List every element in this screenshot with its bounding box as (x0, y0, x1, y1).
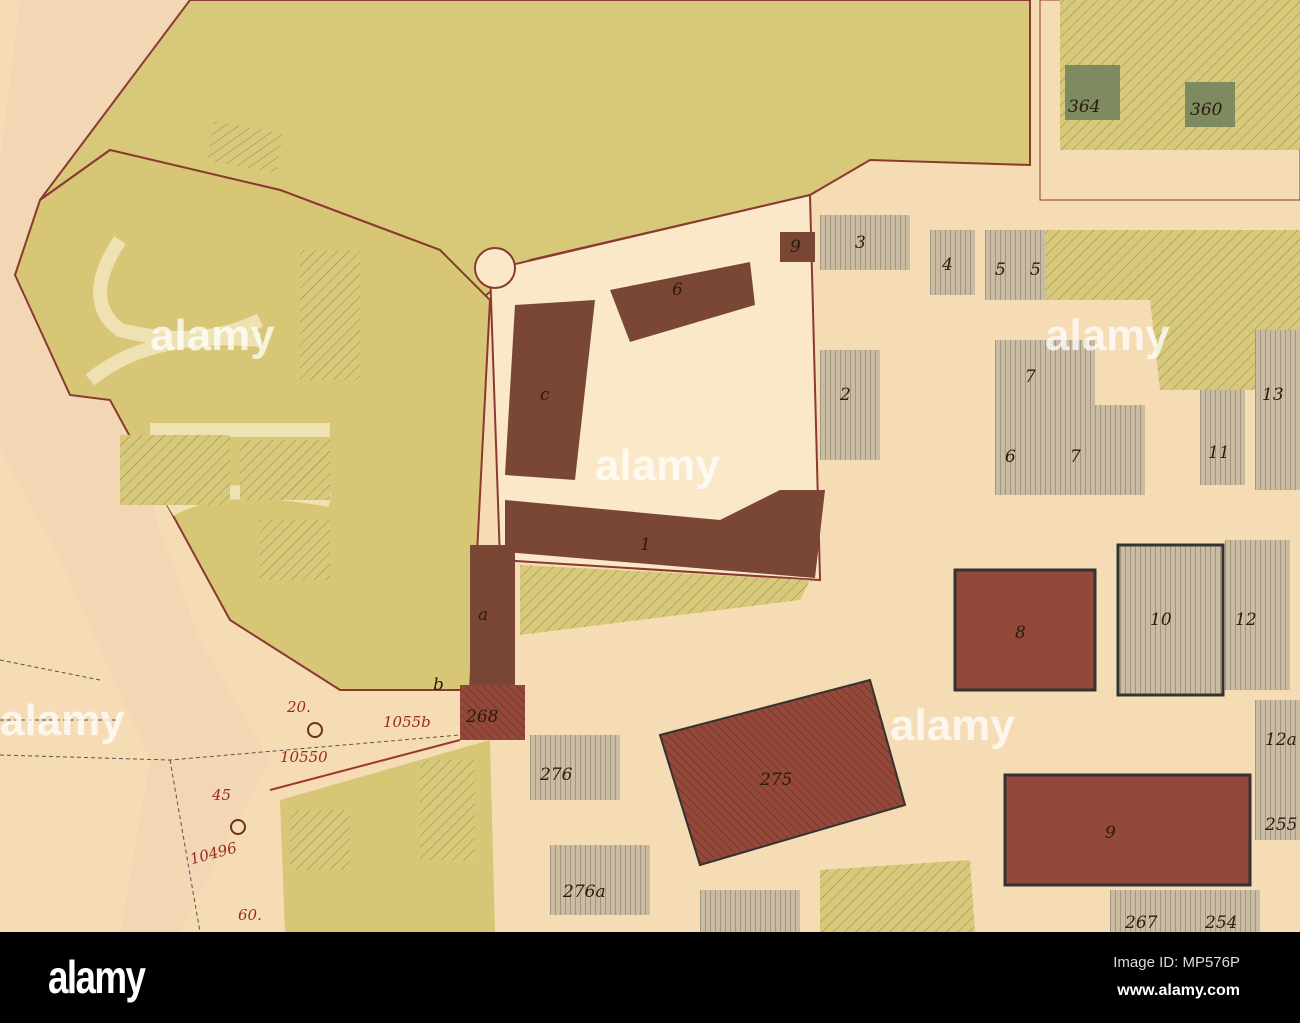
parcel-label: 268 (465, 707, 499, 727)
parcel-label: 13 (1262, 385, 1284, 405)
parcel-label: 276a (562, 882, 606, 902)
parcel-label: 1 (640, 535, 651, 555)
garden-bed (240, 440, 330, 500)
parcel-label: 10 (1150, 610, 1172, 630)
stock-footer: alamy Image ID: MP576P www.alamy.com (0, 932, 1300, 1023)
parcel-label: 5 (1030, 260, 1041, 280)
alamy-logo[interactable]: alamy (48, 950, 146, 1004)
parcel-label: 11 (1208, 443, 1230, 463)
parcel-label: 360 (1190, 100, 1223, 120)
image-viewer: 3 4 5 5 6 9 c 2 1 7 6 7 11 13 8 10 12 27… (0, 0, 1300, 1023)
garden-bed (300, 250, 360, 380)
parcel-label: a (478, 605, 488, 625)
bastion (474, 247, 516, 289)
parcel-label: 9 (790, 237, 801, 257)
survey-label: 1055b (383, 713, 431, 731)
building-9-south (1003, 773, 1252, 887)
watermark: alamy (150, 311, 275, 360)
watermark: alamy (595, 441, 720, 490)
parcel-label: 364 (1068, 97, 1100, 117)
parcel-label: 9 (1105, 823, 1116, 843)
parcel-label: 275 (759, 770, 792, 790)
garden-bed (120, 435, 230, 505)
cadastral-map: 3 4 5 5 6 9 c 2 1 7 6 7 11 13 8 10 12 27… (0, 0, 1300, 932)
parcel-label: 8 (1015, 623, 1026, 643)
parcel-label: 2 (839, 385, 851, 405)
watermark: alamy (890, 701, 1015, 750)
parcel-label: 4 (941, 255, 953, 275)
survey-label: 20. (286, 698, 311, 716)
watermark: alamy (1045, 311, 1170, 360)
parcel-label: 6 (672, 280, 683, 300)
parcel-label: 12a (1265, 730, 1297, 750)
parcel-label: 3 (855, 233, 866, 253)
parcel-label: 255 (1264, 815, 1297, 835)
parcel-label: 12 (1235, 610, 1257, 630)
parcel-label: 5 (995, 260, 1006, 280)
watermark: alamy (0, 696, 125, 745)
parcel-label: c (540, 385, 550, 405)
parcel-label: 267 (1124, 913, 1158, 932)
parcel-label: 254 (1204, 913, 1237, 932)
survey-label: 45 (211, 786, 231, 804)
survey-label: 10550 (280, 748, 328, 766)
site-url[interactable]: www.alamy.com (1117, 982, 1240, 1000)
parcel-label: b (433, 675, 444, 695)
parcel-label: 276 (539, 765, 573, 785)
parcel-label: 6 (1005, 447, 1016, 467)
parcel-label: 7 (1070, 447, 1081, 467)
parcel-label: 7 (1025, 367, 1036, 387)
garden-bed (260, 520, 330, 580)
image-id: Image ID: MP576P (1113, 954, 1240, 971)
survey-label: 60. (238, 906, 262, 924)
